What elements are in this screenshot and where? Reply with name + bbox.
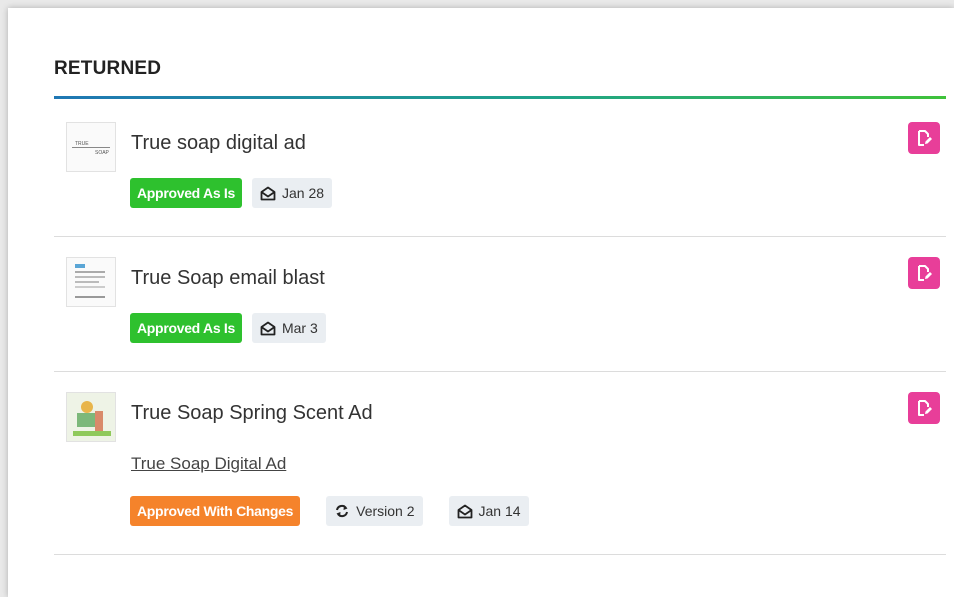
edit-button[interactable] [908,392,940,424]
edit-button[interactable] [908,257,940,289]
related-asset-link[interactable]: True Soap Digital Ad [131,454,286,474]
date-text: Jan 14 [478,503,521,519]
status-badge: Approved As Is [130,313,242,343]
envelope-open-icon [260,321,276,335]
status-badge: Approved As Is [130,178,242,208]
item-title[interactable]: True Soap email blast [131,267,325,290]
item-title[interactable]: True Soap Spring Scent Ad [131,402,373,425]
list-item[interactable]: True Soap Spring Scent Ad True Soap Digi… [54,372,946,555]
section-divider [54,96,946,99]
item-meta-row: Approved With Changes Version 2 Jan 14 [130,496,529,526]
item-meta-row: Approved As Is Mar 3 [130,313,326,343]
date-chip: Jan 14 [448,496,529,526]
item-title[interactable]: True soap digital ad [131,132,306,155]
version-chip: Version 2 [326,496,423,526]
envelope-open-icon [260,186,276,200]
item-meta-row: Approved As Is Jan 28 [130,178,333,208]
list-item[interactable]: TRUE SOAP True soap digital ad Approved … [54,100,946,237]
thumbnail-text-bottom: SOAP [95,150,109,156]
list-item[interactable]: True Soap email blast Approved As Is Mar… [54,237,946,372]
sync-icon [336,504,349,518]
edit-button[interactable] [908,122,940,154]
version-text: Version 2 [356,503,415,519]
edit-document-icon [918,400,932,416]
returned-panel: RETURNED TRUE SOAP True soap digital ad … [8,8,954,597]
item-thumbnail: TRUE SOAP [66,122,116,172]
status-badge: Approved With Changes [130,496,301,526]
date-chip: Jan 28 [251,178,333,208]
envelope-open-icon [457,504,472,518]
date-chip: Mar 3 [251,313,326,343]
item-thumbnail [66,257,116,307]
section-title: RETURNED [54,58,162,79]
date-text: Jan 28 [281,185,325,201]
edit-document-icon [918,130,932,146]
date-text: Mar 3 [281,320,318,336]
edit-document-icon [918,265,932,281]
item-thumbnail [66,392,116,442]
